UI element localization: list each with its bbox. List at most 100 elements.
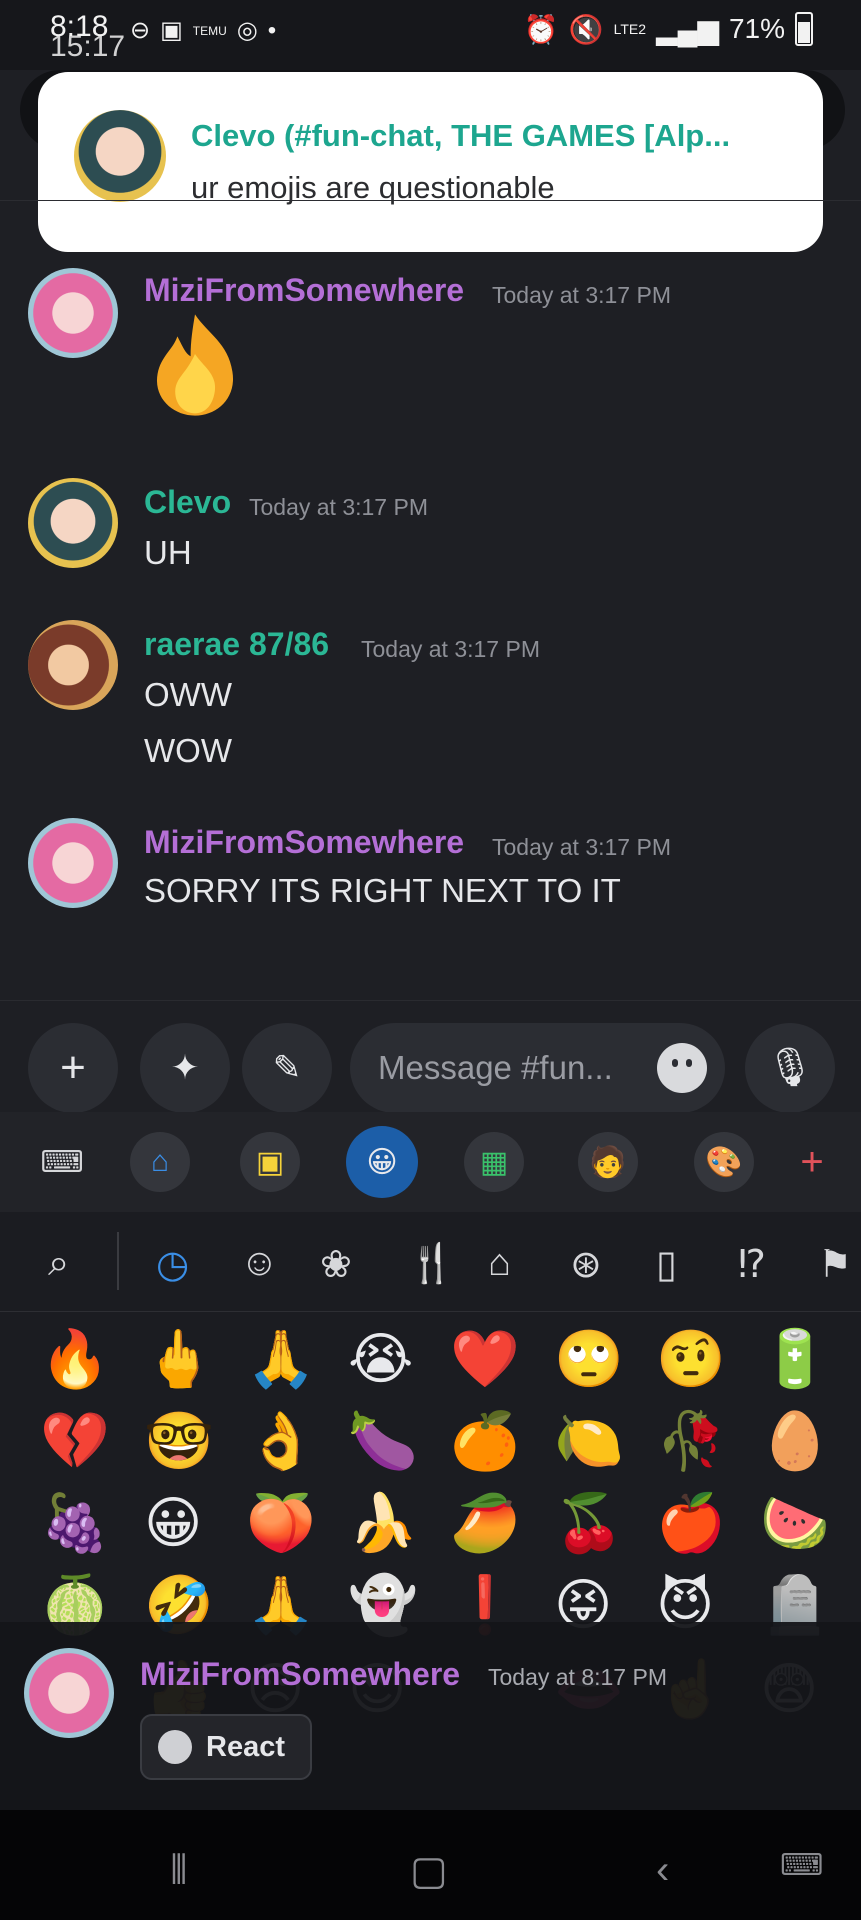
separator — [117, 1232, 119, 1290]
gift-button[interactable]: ✎ — [242, 1023, 332, 1113]
apps-icon: ✦ — [170, 1049, 200, 1087]
smileys-icon[interactable]: ☺ — [240, 1242, 279, 1285]
sync-icon: ◎ — [236, 17, 258, 44]
emoji-key[interactable]: ❤️ — [450, 1332, 520, 1388]
home-button[interactable]: ⌂ — [130, 1132, 190, 1192]
flags-icon[interactable]: ⚑ — [818, 1242, 852, 1287]
emoji-key[interactable]: 🤓 — [144, 1414, 214, 1470]
avatar[interactable] — [28, 478, 118, 568]
home-icon[interactable]: ▢ — [410, 1848, 448, 1894]
message-input[interactable] — [378, 1045, 638, 1091]
notification-icon: ⊖ — [130, 17, 151, 44]
emoji-key[interactable]: 🤨 — [656, 1332, 726, 1388]
divider — [0, 200, 861, 201]
temu-label: TEMU — [192, 23, 227, 38]
message-timestamp: Today at 3:17 PM — [361, 636, 540, 662]
navigation-bar: ⦀ ▢ ‹ ⌨ — [0, 1810, 861, 1920]
message-author[interactable]: raerae 87/86 — [144, 626, 329, 663]
message-text: OWW — [144, 676, 232, 713]
emoji-key[interactable]: 🙄 — [554, 1332, 624, 1388]
composer-bar: + ✦ ✎ 🎙 — [0, 1000, 861, 1113]
apps-button[interactable]: ✦ — [140, 1023, 230, 1113]
react-button[interactable]: React — [140, 1714, 312, 1780]
dot-icon: • — [267, 16, 277, 44]
network-label: LTE2 — [613, 21, 647, 37]
emoji-key[interactable]: 😭 — [348, 1332, 413, 1388]
message-preview-overlay: MiziFromSomewhere Today at 8:17 PM React — [0, 1622, 861, 1810]
emoji-key[interactable]: 😀 — [144, 1496, 202, 1552]
recents-icon[interactable]: ⦀ — [170, 1848, 188, 1893]
emoji-key[interactable]: 🍉 — [760, 1496, 830, 1552]
activity-icon[interactable]: ⊛ — [570, 1242, 602, 1287]
mute-icon: 🔇 — [568, 13, 604, 45]
emoji-tab-button[interactable]: 😀 — [346, 1126, 418, 1198]
emoji-key[interactable]: 🍇 — [40, 1496, 110, 1552]
keyboard-toolbar: ⌨ ⌂ ▣ 😀 ▦ 🧑 🎨 + — [0, 1112, 861, 1212]
fire-emoji-icon — [156, 314, 234, 416]
emoji-key[interactable]: 🍆 — [348, 1414, 418, 1470]
emoji-key[interactable]: 🍎 — [656, 1496, 726, 1552]
battery-icon — [795, 12, 813, 46]
bitmoji-button[interactable]: ▦ — [464, 1132, 524, 1192]
message-text: SORRY ITS RIGHT NEXT TO IT — [144, 872, 621, 909]
alarm-icon: ⏰ — [523, 13, 559, 45]
message-timestamp: Today at 3:17 PM — [492, 834, 671, 860]
microphone-icon: 🎙 — [765, 1047, 815, 1089]
notification-title: Clevo (#fun-chat, THE GAMES [Alp... — [191, 118, 731, 153]
plus-icon: + — [60, 1043, 86, 1092]
emoji-key[interactable]: 🙏 — [246, 1332, 316, 1388]
emoji-key[interactable]: 🥀 — [656, 1414, 726, 1470]
emoji-icon — [158, 1730, 192, 1764]
travel-icon[interactable]: ⌂ — [488, 1242, 511, 1285]
message-timestamp: Today at 3:17 PM — [492, 282, 671, 308]
emoji-key[interactable]: 🥚 — [760, 1414, 830, 1470]
emoji-picker-icon[interactable] — [657, 1043, 707, 1093]
emoji-category-row: ⌕ ◷ ☺ ❀ 🍴 ⌂ ⊛ ▯ ⁉ ⚑ — [0, 1212, 861, 1312]
theme-button[interactable]: 🎨 — [694, 1132, 754, 1192]
back-icon[interactable]: ‹ — [656, 1848, 669, 1893]
notification-banner[interactable]: Clevo (#fun-chat, THE GAMES [Alp... ur e… — [38, 72, 823, 252]
emoji-key[interactable]: 🍋 — [554, 1414, 624, 1470]
emoji-key[interactable]: 👌 — [246, 1414, 316, 1470]
emoji-key[interactable]: 🍊 — [450, 1414, 520, 1470]
recent-icon[interactable]: ◷ — [156, 1242, 189, 1287]
emoji-key[interactable]: 🥭 — [450, 1496, 520, 1552]
avatar[interactable] — [28, 818, 118, 908]
emoji-key[interactable]: 🍒 — [554, 1496, 624, 1552]
emoji-key[interactable]: 🔥 — [40, 1332, 110, 1388]
avatar[interactable] — [24, 1648, 114, 1738]
avatar-sticker-button[interactable]: 🧑 — [578, 1132, 638, 1192]
emoji-key[interactable]: 🔋 — [760, 1332, 830, 1388]
voice-button[interactable]: 🎙 — [745, 1023, 835, 1113]
symbols-icon[interactable]: ⁉ — [738, 1242, 766, 1287]
message-text: WOW — [144, 732, 232, 769]
emoji-key[interactable]: 💔 — [40, 1414, 110, 1470]
overlay-timestamp: Today at 8:17 PM — [488, 1664, 667, 1690]
objects-icon[interactable]: ▯ — [656, 1242, 677, 1287]
emoji-key[interactable]: 🍌 — [348, 1496, 418, 1552]
keyboard-hide-icon[interactable]: ⌨ — [780, 1848, 823, 1883]
battery-percent: 71% — [728, 13, 785, 44]
food-icon[interactable]: 🍴 — [408, 1242, 455, 1286]
search-icon[interactable]: ⌕ — [48, 1242, 69, 1285]
status-left-icons: ⊖ ▣ TEMU ◎ • — [130, 16, 276, 45]
react-label: React — [206, 1730, 285, 1763]
avatar[interactable] — [28, 268, 118, 358]
message-author[interactable]: MiziFromSomewhere — [144, 272, 464, 309]
keyboard-switch-button[interactable]: ⌨ — [32, 1132, 92, 1192]
overlay-author[interactable]: MiziFromSomewhere — [140, 1656, 460, 1693]
message-box[interactable] — [350, 1023, 725, 1113]
emoji-key[interactable]: 🍑 — [246, 1496, 316, 1552]
animals-icon[interactable]: ❀ — [320, 1242, 352, 1287]
add-button[interactable]: + — [782, 1132, 842, 1192]
message-author[interactable]: Clevo — [144, 484, 231, 521]
add-attachment-button[interactable]: + — [28, 1023, 118, 1113]
signal-icon: ▂▄▆ — [656, 13, 719, 45]
message-author[interactable]: MiziFromSomewhere — [144, 824, 464, 861]
status-right-icons: ⏰ 🔇 LTE2 ▂▄▆ 71% — [524, 12, 813, 46]
avatar[interactable] — [28, 620, 118, 710]
sticker-button[interactable]: ▣ — [240, 1132, 300, 1192]
status-bar: 8:18 15:17 ⊖ ▣ TEMU ◎ • ⏰ 🔇 LTE2 ▂▄▆ 71% — [0, 0, 861, 70]
emoji-key[interactable]: 🖕 — [144, 1332, 214, 1388]
message-timestamp: Today at 3:17 PM — [249, 494, 428, 520]
